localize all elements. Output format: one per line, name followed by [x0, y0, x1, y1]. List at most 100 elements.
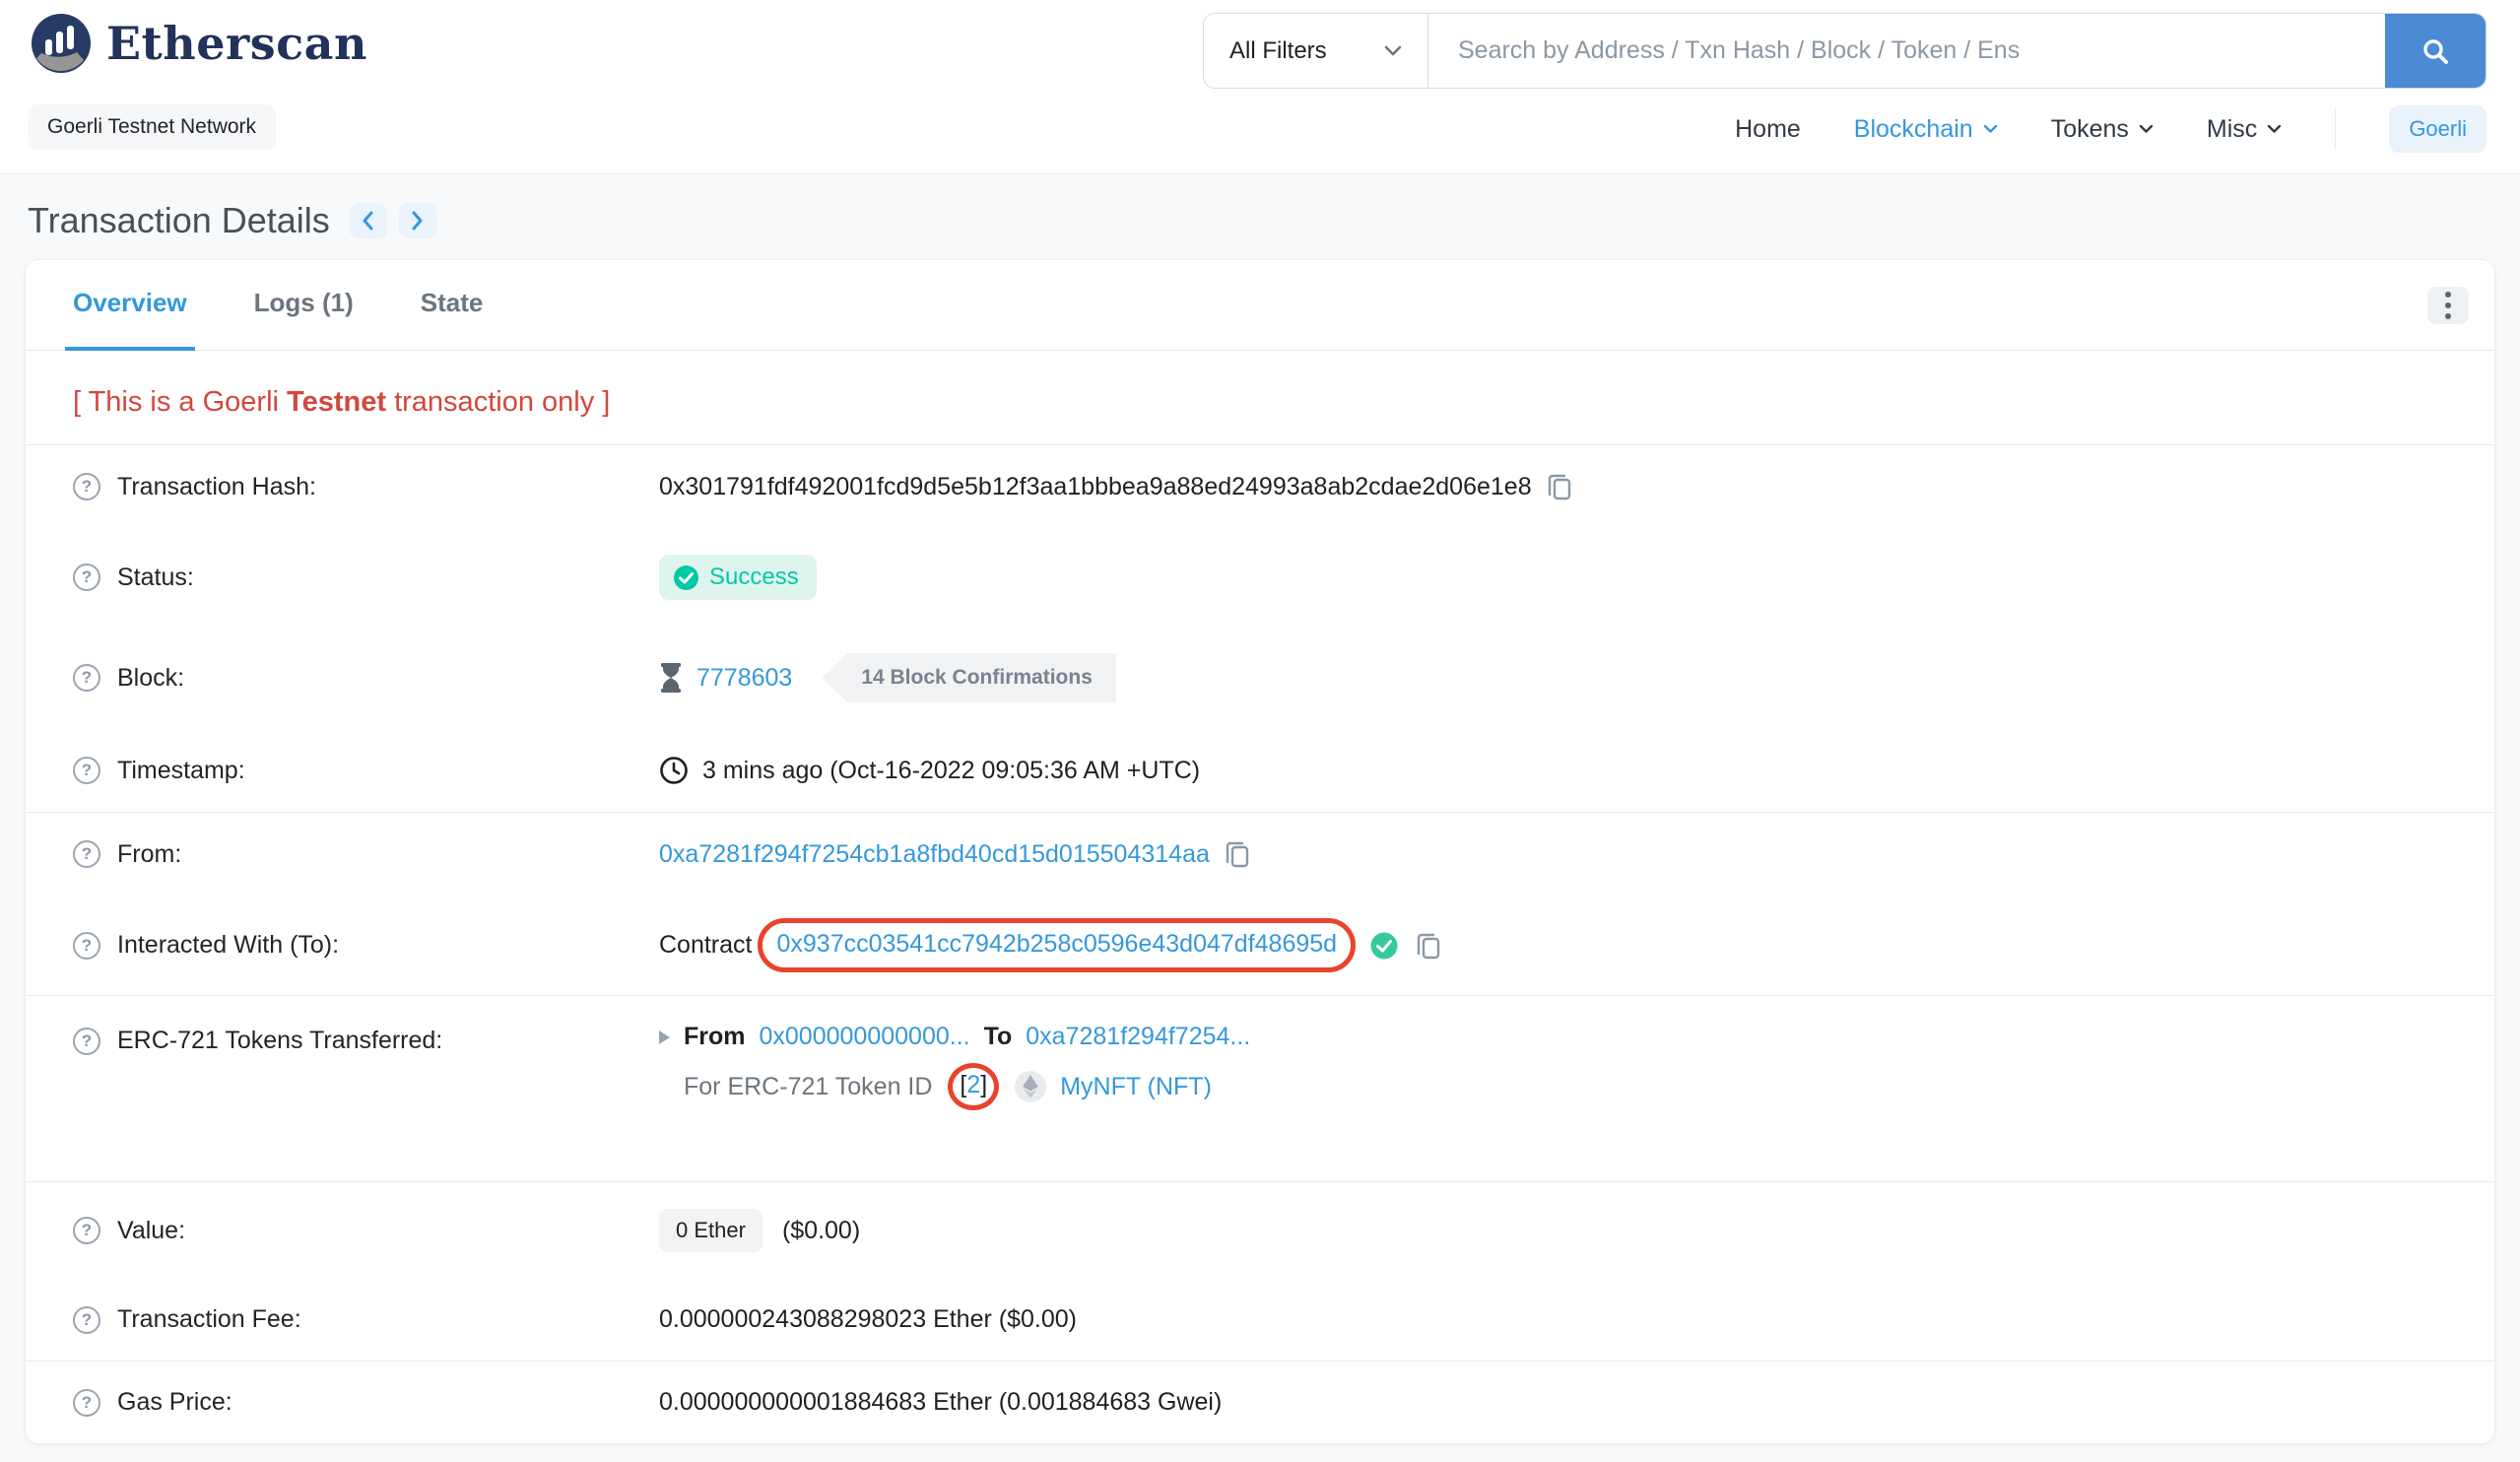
contract-prefix: Contract	[659, 931, 753, 959]
caret-right-icon[interactable]	[659, 1030, 670, 1044]
notice-bold: Testnet	[287, 386, 387, 418]
next-transaction-button[interactable]	[398, 203, 436, 238]
row-erc721-transfers: ? ERC-721 Tokens Transferred: From 0x000…	[26, 996, 2494, 1181]
tab-logs[interactable]: Logs (1)	[246, 260, 362, 351]
row-value: ? Value: 0 Ether ($0.00)	[26, 1182, 2494, 1279]
help-icon[interactable]: ?	[73, 473, 100, 500]
help-icon[interactable]: ?	[73, 931, 100, 960]
help-icon[interactable]: ?	[73, 1027, 100, 1055]
transaction-hash-value: 0x301791fdf492001fcd9d5e5b12f3aa1bbbea9a…	[659, 472, 1532, 500]
usd-value: ($0.00)	[781, 1216, 861, 1244]
search-input[interactable]	[1428, 14, 2385, 88]
help-icon[interactable]: ?	[73, 1305, 100, 1334]
chevron-down-icon	[2268, 124, 2282, 133]
transaction-card: Overview Logs (1) State [ This is a Goer…	[25, 259, 2495, 1444]
from-address-link[interactable]: 0xa7281f294f7254cb1a8fbd40cd15d015504314…	[659, 840, 1210, 869]
erc721-label: ERC-721 Tokens Transferred:	[117, 1027, 443, 1054]
row-transaction-fee: ? Transaction Fee: 0.000000243088298023 …	[26, 1279, 2494, 1361]
network-switch-button[interactable]: Goerli	[2389, 105, 2487, 153]
nav-item-misc[interactable]: Misc	[2207, 115, 2282, 144]
erc721-to-label: To	[983, 1023, 1013, 1050]
title-row: Transaction Details	[28, 200, 2520, 241]
erc721-token-line: For ERC-721 Token ID [2] MyNFT (NFT)	[684, 1063, 1250, 1110]
transaction-fee-value: 0.000000243088298023 Ether ($0.00)	[659, 1305, 1077, 1333]
nav-item-tokens-label: Tokens	[2050, 114, 2129, 143]
chevron-down-icon	[1983, 124, 1997, 133]
main-nav: Home Blockchain Tokens Misc Goerli	[1735, 99, 2487, 160]
erc721-transfer-line: From 0x000000000000... To 0xa7281f294f72…	[659, 1023, 1250, 1051]
chevron-down-icon	[2139, 124, 2154, 133]
prev-transaction-button[interactable]	[349, 203, 387, 238]
page-title: Transaction Details	[28, 200, 330, 240]
erc721-from-address-link[interactable]: 0x000000000000...	[760, 1023, 970, 1051]
help-icon[interactable]: ?	[73, 664, 100, 692]
check-circle-icon	[674, 565, 698, 590]
timestamp-label: Timestamp:	[117, 756, 245, 784]
row-transaction-hash: ? Transaction Hash: 0x301791fdf492001fcd…	[26, 445, 2494, 528]
help-icon[interactable]: ?	[73, 840, 100, 868]
verified-check-icon	[1370, 932, 1398, 959]
copy-icon[interactable]	[1224, 839, 1251, 869]
copy-icon[interactable]	[1546, 472, 1573, 501]
chevron-left-icon	[363, 211, 373, 231]
help-icon[interactable]: ?	[73, 564, 100, 591]
nav-item-blockchain-label: Blockchain	[1853, 114, 1973, 143]
from-label: From:	[117, 839, 182, 868]
chevron-down-icon	[1384, 45, 1402, 56]
nft-token-link[interactable]: MyNFT (NFT)	[1060, 1073, 1212, 1101]
erc721-token-id-label: For ERC-721 Token ID	[684, 1072, 933, 1100]
etherscan-logo-icon	[32, 14, 91, 73]
nav-item-home-label: Home	[1735, 114, 1801, 143]
block-number-link[interactable]: 7778603	[696, 664, 792, 693]
clock-icon	[660, 757, 688, 784]
notice-prefix: [ This is a Goerli	[73, 386, 288, 418]
notice-suffix: transaction only ]	[386, 386, 611, 418]
tabs: Overview Logs (1) State	[65, 260, 491, 351]
nav-item-blockchain[interactable]: Blockchain	[1854, 115, 1998, 144]
search-bar: All Filters	[1203, 13, 2487, 89]
block-label: Block:	[117, 663, 185, 692]
contract-address-link[interactable]: 0x937cc03541cc7942b258c0596e43d047df4869…	[776, 930, 1337, 958]
bracket-open: [	[960, 1071, 967, 1098]
search-icon	[2423, 38, 2448, 64]
help-icon[interactable]: ?	[73, 1217, 100, 1244]
nav-item-home[interactable]: Home	[1735, 115, 1801, 144]
interacted-with-label: Interacted With (To):	[117, 931, 340, 959]
copy-icon[interactable]	[1415, 931, 1442, 961]
ether-value-badge: 0 Ether	[659, 1209, 763, 1252]
row-gas-price: ? Gas Price: 0.000000000001884683 Ether …	[26, 1362, 2494, 1443]
nav-item-tokens[interactable]: Tokens	[2051, 115, 2154, 144]
transaction-fee-label: Transaction Fee:	[117, 1305, 301, 1333]
site-header: Etherscan Goerli Testnet Network All Fil…	[0, 0, 2520, 174]
help-icon[interactable]: ?	[73, 1388, 100, 1417]
gas-price-label: Gas Price:	[117, 1388, 232, 1416]
erc721-to-address-link[interactable]: 0xa7281f294f7254...	[1026, 1023, 1250, 1051]
nft-token-icon	[1015, 1071, 1047, 1102]
search-filter-dropdown[interactable]: All Filters	[1204, 14, 1428, 88]
tab-state[interactable]: State	[413, 260, 492, 351]
token-id-link[interactable]: 2	[966, 1071, 980, 1099]
search-filter-label: All Filters	[1229, 36, 1327, 64]
status-label: Status:	[117, 563, 194, 591]
search-button[interactable]	[2385, 14, 2486, 88]
timestamp-value: 3 mins ago (Oct-16-2022 09:05:36 AM +UTC…	[702, 756, 1201, 784]
row-interacted-with: ? Interacted With (To): Contract 0x937cc…	[26, 896, 2494, 995]
hourglass-icon	[661, 663, 681, 693]
more-options-button[interactable]	[2427, 286, 2469, 324]
brand[interactable]: Etherscan	[30, 12, 367, 75]
status-value: Success	[709, 564, 799, 590]
brand-name: Etherscan	[106, 17, 367, 70]
nav-divider	[2335, 108, 2337, 150]
row-block: ? Block: 7778603 14 Block Confirmations	[26, 627, 2494, 729]
tab-overview[interactable]: Overview	[65, 260, 195, 351]
bracket-close: ]	[980, 1071, 988, 1098]
nav-item-misc-label: Misc	[2206, 114, 2258, 143]
transaction-hash-label: Transaction Hash:	[117, 472, 316, 500]
contract-annotation-oval: 0x937cc03541cc7942b258c0596e43d047df4869…	[758, 918, 1357, 972]
token-id-annotation-circle: [2]	[948, 1063, 1000, 1110]
help-icon[interactable]: ?	[73, 757, 100, 784]
testnet-notice: [ This is a Goerli Testnet transaction o…	[73, 386, 2447, 419]
kebab-icon	[2445, 291, 2451, 298]
value-label: Value:	[117, 1216, 186, 1244]
block-confirmations-badge: 14 Block Confirmations	[822, 653, 1116, 702]
